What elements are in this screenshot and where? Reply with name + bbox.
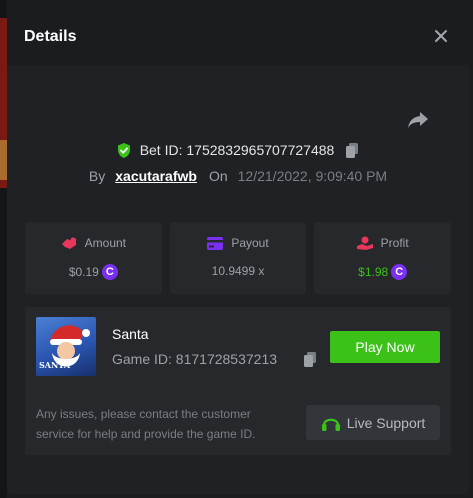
bet-id-row: Bet ID: 1752832965707727488	[7, 139, 469, 161]
username-link[interactable]: xacutarafwb	[115, 168, 197, 184]
payout-value: 10.9499 x	[211, 264, 265, 278]
on-label: On	[208, 168, 228, 184]
amount-stat: Amount $0.19 C	[25, 222, 162, 294]
live-support-label: Live Support	[346, 414, 426, 431]
modal-header: Details	[7, 8, 469, 65]
share-icon[interactable]	[407, 110, 429, 130]
game-thumbnail[interactable]: SANTA	[36, 317, 96, 376]
close-icon[interactable]	[433, 28, 449, 44]
payout-label: Payout	[231, 236, 269, 250]
shield-check-icon	[117, 142, 130, 158]
modal-title: Details	[24, 28, 77, 45]
amount-icon	[61, 237, 76, 249]
amount-label: Amount	[84, 236, 127, 250]
copy-icon[interactable]	[344, 142, 360, 159]
bet-meta-row: By xacutarafwb On 12/21/2022, 9:09:40 PM	[7, 165, 469, 187]
copy-icon[interactable]	[302, 351, 318, 368]
background-thumbnail-highlight	[0, 140, 7, 180]
profit-value: $1.98	[358, 265, 389, 279]
play-now-button[interactable]: Play Now	[330, 331, 440, 363]
bet-details-modal: Details Bet ID: 1752832965707727488 By x…	[7, 8, 469, 494]
game-name: Santa	[112, 326, 149, 342]
profit-label: Profit	[380, 236, 409, 250]
coin-icon: C	[391, 264, 408, 280]
support-notice: Any issues, please contact the customer …	[36, 407, 256, 441]
coin-icon: C	[101, 264, 118, 280]
amount-value: $0.19	[68, 265, 99, 279]
payout-stat: Payout 10.9499 x	[169, 222, 307, 294]
game-card: SANTA Santa Game ID: 8171728537213 Play …	[25, 307, 451, 455]
profit-icon	[356, 236, 373, 250]
game-id: Game ID: 8171728537213	[112, 351, 278, 367]
card-icon	[207, 236, 224, 250]
by-label: By	[88, 168, 106, 184]
headset-icon	[321, 418, 340, 431]
profit-stat: Profit $1.98 C	[314, 222, 452, 294]
thumbnail-text: SANTA	[39, 360, 71, 370]
bet-date: 12/21/2022, 9:09:40 PM	[237, 168, 388, 184]
bet-stats: Amount $0.19 C Payout 10.9499 x Profit $…	[25, 222, 452, 294]
live-support-button[interactable]: Live Support	[306, 405, 440, 440]
bet-id-label: Bet ID: 1752832965707727488	[139, 142, 335, 158]
